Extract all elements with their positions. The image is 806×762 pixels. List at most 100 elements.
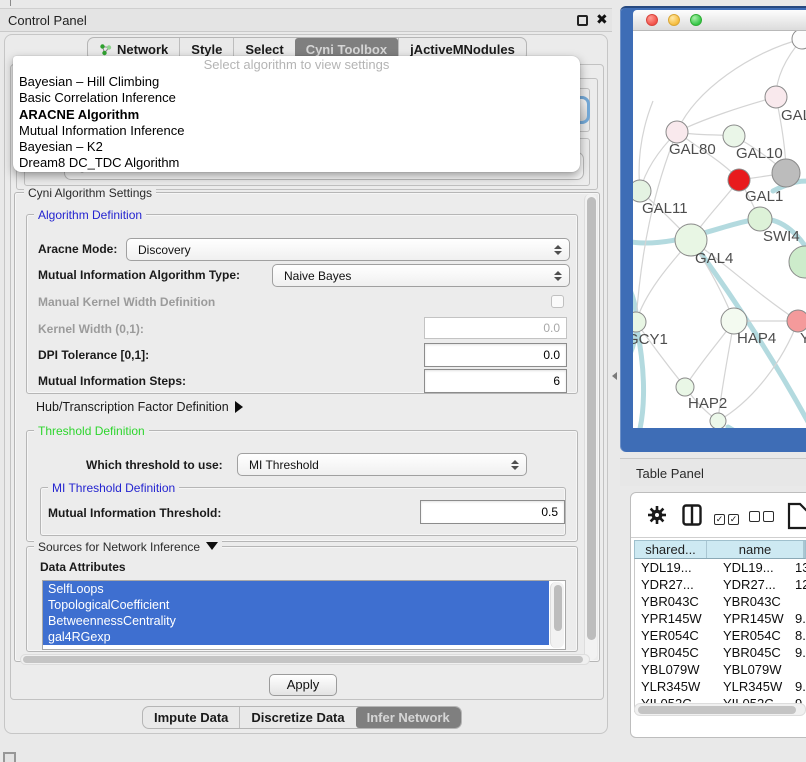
close-window-icon[interactable] — [646, 14, 658, 26]
network-node[interactable] — [676, 378, 694, 396]
mi-algorithm-value: Naive Bayes — [284, 269, 351, 283]
cell-name: YER054C — [719, 627, 791, 644]
expand-right-icon[interactable] — [235, 401, 243, 413]
attribute-item[interactable]: TopologicalCoefficient — [43, 597, 549, 613]
dropdown-item[interactable]: Mutual Information Inference — [13, 123, 580, 139]
network-node[interactable] — [723, 125, 745, 147]
dropdown-placeholder: Select algorithm to view settings — [13, 56, 580, 74]
node-label: HAP4 — [737, 330, 776, 347]
table-hscrollbar[interactable] — [634, 703, 806, 716]
node-label: GCY1 — [633, 331, 668, 348]
select-all-icon[interactable]: ✓✓ — [714, 509, 742, 527]
dpi-tolerance-label: DPI Tolerance [0,1]: — [38, 348, 149, 362]
attribute-item[interactable]: gal4RGexp — [43, 629, 549, 645]
network-node[interactable] — [772, 159, 800, 187]
tab[interactable]: Infer Network — [356, 707, 461, 728]
dropdown-item[interactable]: Bayesian – K2 — [13, 139, 580, 155]
dropdown-item[interactable]: Basic Correlation Inference — [13, 90, 580, 106]
table-row[interactable]: YER054C YER054C 8. — [635, 627, 806, 644]
sources-group-title[interactable]: Sources for Network Inference — [34, 540, 222, 554]
cell-name: YBR043C — [719, 593, 791, 610]
dpi-tolerance-field[interactable] — [424, 343, 567, 367]
cell-name: YBR045C — [719, 644, 791, 661]
mi-steps-field[interactable] — [424, 369, 567, 393]
tab[interactable]: Discretize Data — [239, 707, 355, 728]
dropdown-items: Bayesian – Hill Climbing Basic Correlati… — [13, 74, 580, 172]
new-table-icon[interactable] — [787, 502, 806, 535]
settings-hscrollbar-thumb[interactable] — [23, 656, 583, 663]
table-row[interactable]: YDR27... YDR27... 12 — [635, 576, 806, 593]
settings-scrollbar[interactable] — [584, 194, 597, 660]
cell-value: 8. — [791, 627, 806, 644]
network-icon — [99, 43, 112, 56]
table-row[interactable]: YBL079W YBL079W — [635, 661, 806, 678]
threshold-definition-title: Threshold Definition — [34, 424, 149, 438]
node-label: SWI4 — [763, 228, 800, 245]
column-header[interactable]: name — [707, 541, 804, 558]
tab-label: jActiveMNodules — [410, 42, 515, 57]
split-pane-handle[interactable] — [612, 372, 617, 380]
attribute-scrollbar-thumb[interactable] — [554, 585, 562, 631]
column-header[interactable] — [804, 541, 805, 558]
settings-scrollbar-thumb[interactable] — [587, 197, 596, 640]
control-panel-titlebar: Control Panel ✖ — [0, 8, 612, 32]
network-window-titlebar[interactable] — [633, 10, 806, 31]
network-node[interactable] — [666, 121, 688, 143]
cell-name: YLR345W — [719, 678, 791, 695]
dropdown-item[interactable]: ARACNE Algorithm — [13, 107, 580, 123]
network-node[interactable] — [765, 86, 787, 108]
hub-section-toggle[interactable]: Hub/Transcription Factor Definition — [36, 400, 243, 414]
tab[interactable]: Impute Data — [143, 707, 239, 728]
network-node[interactable] — [710, 413, 726, 428]
dropdown-item[interactable]: Dream8 DC_TDC Algorithm — [13, 155, 580, 171]
combo-arrows-icon — [511, 460, 519, 470]
deselect-all-icon[interactable] — [749, 509, 777, 527]
aracne-mode-combo[interactable]: Discovery — [126, 238, 570, 261]
which-threshold-combo[interactable]: MI Threshold — [237, 453, 527, 476]
zoom-window-icon[interactable] — [690, 14, 702, 26]
manual-kernel-checkbox[interactable] — [551, 295, 564, 308]
collapse-down-icon[interactable] — [206, 542, 218, 550]
network-canvas[interactable]: GALGAL80GAL10GAL1GAL11SWI4GAL4GCY1HAP4YH… — [633, 31, 806, 428]
cell-shared-name: YPR145W — [635, 610, 719, 627]
table-row[interactable]: YDL19... YDL19... 13 — [635, 559, 806, 576]
control-panel-title: Control Panel — [8, 13, 87, 28]
mi-steps-label: Mutual Information Steps: — [38, 374, 186, 388]
node-label: GAL11 — [642, 200, 688, 217]
minimize-window-icon[interactable] — [668, 14, 680, 26]
table-row[interactable]: YBR045C YBR045C 9. — [635, 644, 806, 661]
network-node[interactable] — [789, 246, 806, 278]
attribute-item[interactable]: BetweennessCentrality — [43, 613, 549, 629]
mi-threshold-field[interactable] — [420, 500, 565, 524]
table-row[interactable]: YPR145W YPR145W 9. — [635, 610, 806, 627]
network-node[interactable] — [633, 312, 646, 332]
table-hscrollbar-thumb[interactable] — [638, 706, 796, 714]
cell-value: 9. — [791, 678, 806, 695]
network-node[interactable] — [787, 310, 806, 332]
cell-shared-name: YLR345W — [635, 678, 719, 695]
node-label: GAL1 — [745, 188, 783, 205]
kernel-width-field[interactable] — [424, 317, 567, 339]
dropdown-item[interactable]: Bayesian – Hill Climbing — [13, 74, 580, 90]
attribute-item[interactable]: SelfLoops — [43, 581, 549, 597]
gear-icon[interactable] — [646, 504, 668, 531]
settings-hscrollbar[interactable] — [20, 654, 590, 665]
network-node[interactable] — [633, 180, 651, 202]
table-panel-title: Table Panel — [636, 466, 704, 481]
cell-name: YBL079W — [719, 661, 791, 678]
apply-button[interactable]: Apply — [269, 674, 337, 696]
close-panel-icon[interactable]: ✖ — [596, 11, 608, 28]
mi-algorithm-combo[interactable]: Naive Bayes — [272, 264, 570, 287]
node-table: YDL19... YDL19... 13 YDR27... YDR27... 1… — [634, 559, 806, 712]
column-layout-icon[interactable] — [682, 504, 702, 531]
mi-threshold-group-title: MI Threshold Definition — [48, 481, 179, 495]
cell-shared-name: YBR043C — [635, 593, 719, 610]
table-row[interactable]: YLR345W YLR345W 9. — [635, 678, 806, 695]
cell-shared-name: YDL19... — [635, 559, 719, 576]
network-node[interactable] — [792, 31, 806, 49]
table-row[interactable]: YBR043C YBR043C — [635, 593, 806, 610]
attribute-list-scrollbar[interactable] — [550, 582, 564, 648]
column-header[interactable]: shared... — [635, 541, 707, 558]
corner-panel-icon[interactable] — [3, 752, 16, 762]
float-panel-icon[interactable] — [577, 15, 588, 26]
